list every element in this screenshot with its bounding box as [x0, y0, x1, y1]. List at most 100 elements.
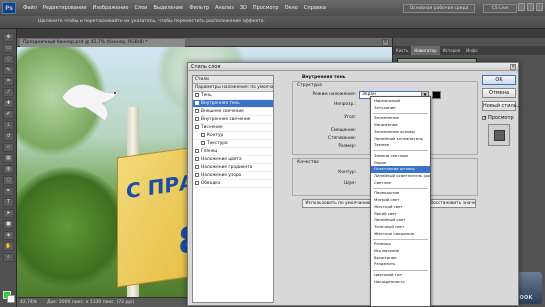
new-style-button[interactable]: Новый стиль... [482, 101, 521, 111]
cancel-button[interactable]: Отмена [482, 88, 516, 98]
checkbox-icon[interactable] [195, 148, 199, 153]
checkbox-icon[interactable] [195, 124, 199, 129]
background-color-swatch[interactable] [7, 295, 15, 303]
blend-mode-option[interactable]: Затухание [371, 105, 430, 112]
tab-history[interactable]: История [440, 46, 464, 55]
checkbox-icon[interactable] [195, 180, 199, 185]
styles-item-texture[interactable]: Текстура [193, 140, 273, 148]
brush-tool-icon[interactable]: ✐ [3, 110, 14, 119]
workspace-button[interactable]: Основная рабочая среда [403, 4, 475, 13]
blend-mode-option[interactable]: Линейный затемнитель [371, 136, 430, 143]
crop-tool-icon[interactable]: ⌗ [3, 77, 14, 86]
styles-item-inner-shadow[interactable]: Внутренняя тень [193, 100, 273, 108]
blend-mode-option[interactable]: Вычитание [371, 255, 430, 262]
blend-mode-option[interactable]: Яркий свет [371, 211, 430, 218]
blend-mode-option[interactable]: Нормальный [371, 98, 430, 105]
blend-mode-option[interactable]: Затемнение основы [371, 129, 430, 136]
move-tool-icon[interactable]: ✥ [3, 33, 14, 42]
checkbox-icon[interactable] [195, 92, 199, 97]
styles-item-blending-options[interactable]: Параметры наложения: по умолчанию [193, 84, 273, 92]
blend-mode-option[interactable]: Умножение [371, 122, 430, 129]
styles-item-color-overlay[interactable]: Наложение цвета [193, 156, 273, 164]
tab-brush[interactable]: Кисть [393, 46, 411, 55]
checkbox-icon[interactable] [201, 132, 205, 137]
blur-tool-icon[interactable]: ◍ [3, 165, 14, 174]
pen-tool-icon[interactable]: ✒ [3, 187, 14, 196]
make-default-button[interactable]: Использовать по умолчанию [302, 199, 374, 208]
tab-info[interactable]: Инфо [463, 46, 480, 55]
zoom-tool-icon[interactable]: ⌕ [3, 253, 14, 262]
menu-file[interactable]: Файл [20, 5, 40, 11]
type-tool-icon[interactable]: T [3, 198, 14, 207]
blend-mode-option[interactable]: Экран [371, 160, 430, 167]
blend-mode-option[interactable]: Разница [371, 241, 430, 248]
checkbox-icon[interactable] [195, 172, 199, 177]
blend-mode-option[interactable]: Замена светлым [371, 153, 430, 160]
dodge-tool-icon[interactable]: ○ [3, 176, 14, 185]
menu-window[interactable]: Окно [282, 5, 301, 11]
eyedropper-tool-icon[interactable]: ⁄ [3, 88, 14, 97]
blend-mode-option[interactable]: Линейный осветлитель (добавить) [371, 173, 430, 180]
document-tab[interactable]: Праздничный баннер.psd @ 42,7% (баннер, … [20, 39, 185, 47]
close-icon[interactable] [536, 3, 543, 11]
styles-item-outer-glow[interactable]: Внешнее свечение [193, 108, 273, 116]
blend-mode-option[interactable]: Мягкий свет [371, 197, 430, 204]
shape-tool-icon[interactable]: ■ [3, 220, 14, 229]
styles-item-inner-glow[interactable]: Внутреннее свечение [193, 116, 273, 124]
eraser-tool-icon[interactable]: ▱ [3, 143, 14, 152]
blend-mode-option[interactable]: Насыщенность [371, 279, 430, 286]
ok-button[interactable]: OK [482, 75, 516, 85]
blend-mode-option[interactable]: Перекрытие [371, 190, 430, 197]
blend-mode-option[interactable]: Жесткое смешение [371, 231, 430, 238]
blend-mode-option[interactable]: Разделить [371, 261, 430, 268]
dialog-close-icon[interactable]: × [510, 64, 516, 70]
cs-live-button[interactable]: CS Live [483, 4, 517, 13]
checkbox-icon[interactable] [201, 140, 205, 145]
maximize-icon[interactable] [527, 3, 534, 11]
stamp-tool-icon[interactable]: ⊥ [3, 121, 14, 130]
shadow-color-swatch[interactable] [432, 91, 441, 99]
zoom-level[interactable]: 42,74% [20, 300, 37, 305]
menu-image[interactable]: Изображение [89, 5, 131, 11]
lasso-tool-icon[interactable]: ◌ [3, 55, 14, 64]
history-brush-tool-icon[interactable]: ↺ [3, 132, 14, 141]
menu-3d[interactable]: 3D [237, 5, 250, 11]
menu-help[interactable]: Справка [301, 5, 329, 11]
checkbox-icon[interactable] [195, 164, 199, 169]
styles-item-contour[interactable]: Контур [193, 132, 273, 140]
checkbox-checked-icon[interactable]: ✓ [482, 115, 487, 121]
blend-mode-option[interactable]: Светлее [371, 180, 430, 187]
marquee-tool-icon[interactable]: ▭ [3, 44, 14, 53]
reset-default-button[interactable]: Восстановить значения по умолчанию [429, 199, 476, 208]
quick-select-tool-icon[interactable]: ✎ [3, 66, 14, 75]
menu-layers[interactable]: Слои [131, 5, 150, 11]
minimize-icon[interactable] [518, 3, 525, 11]
blend-mode-option[interactable]: Темнее [371, 142, 430, 149]
styles-item-gradient-overlay[interactable]: Наложение градиента [193, 164, 273, 172]
hand-tool-icon[interactable]: ✋ [3, 242, 14, 251]
styles-item-satin[interactable]: Глянец [193, 148, 273, 156]
blend-mode-option[interactable]: Жесткий свет [371, 204, 430, 211]
styles-item-drop-shadow[interactable]: Тень [193, 92, 273, 100]
styles-item-stroke[interactable]: Обводка [193, 180, 273, 188]
menu-filter[interactable]: Фильтр [186, 5, 212, 11]
path-select-tool-icon[interactable]: ➤ [3, 209, 14, 218]
preview-toggle[interactable]: ✓ Просмотр [482, 115, 514, 121]
gradient-tool-icon[interactable]: ▦ [3, 154, 14, 163]
menu-edit[interactable]: Редактирование [40, 5, 90, 11]
document-close-icon[interactable]: × [382, 39, 389, 46]
menu-view[interactable]: Просмотр [250, 5, 282, 11]
healing-tool-icon[interactable]: ✚ [3, 99, 14, 108]
blend-mode-option[interactable]: Цветовой тон [371, 272, 430, 279]
blend-mode-option[interactable]: Точечный свет [371, 224, 430, 231]
tab-navigator[interactable]: Навигатор [411, 46, 440, 55]
styles-item-bevel-emboss[interactable]: Тиснение [193, 124, 273, 132]
3d-tool-icon[interactable]: ◈ [3, 231, 14, 240]
blend-mode-option[interactable]: Исключение [371, 248, 430, 255]
blend-mode-option[interactable]: Затемнение [371, 115, 430, 122]
blend-mode-option[interactable]: Осветление основы [371, 166, 430, 173]
checkbox-icon[interactable] [195, 108, 199, 113]
checkbox-icon[interactable] [195, 116, 199, 121]
menu-analysis[interactable]: Анализ [212, 5, 237, 11]
menu-select[interactable]: Выделение [150, 5, 186, 11]
